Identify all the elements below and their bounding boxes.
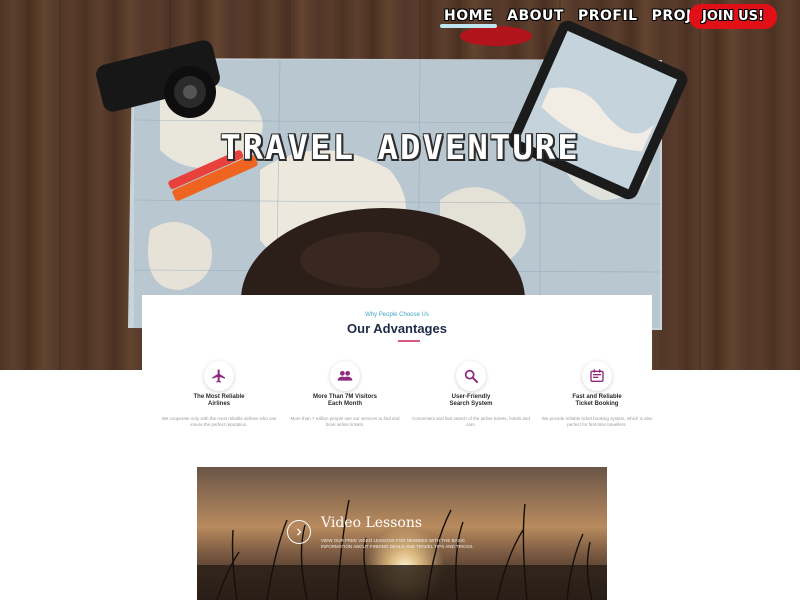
nav-home-link[interactable]: HOME (439, 8, 498, 28)
video-title: Video Lessons (321, 515, 423, 531)
advantages-section: Why People Choose Us Our Advantages The … (142, 295, 652, 445)
advantage-item-search: User-Friendly Search System Convenient a… (411, 361, 531, 428)
users-icon (330, 361, 360, 391)
airplane-icon (204, 361, 234, 391)
advantages-eyebrow: Why People Choose Us (365, 312, 429, 318)
advantage-name: The Most Reliable Airlines (193, 394, 245, 407)
page: HOME ABOUT PROFIL PROJECT JOIN US! TRAVE… (0, 0, 800, 600)
advantage-item-booking: Fast and Reliable Ticket Booking We prov… (537, 361, 657, 428)
advantage-name: User-Friendly Search System (449, 394, 493, 407)
search-icon (456, 361, 486, 391)
video-description: View our free video lessons for newbies … (321, 538, 474, 549)
nav-profil-link[interactable]: PROFIL (578, 8, 638, 24)
title-underline (398, 340, 420, 342)
advantage-item-airlines: The Most Reliable Airlines We cooperate … (159, 361, 279, 428)
nav-about-link[interactable]: ABOUT (507, 8, 564, 24)
advantage-description: More than 7 million people use our servi… (290, 416, 400, 427)
ticket-icon (582, 361, 612, 391)
advantage-description: Convenient and fast search of the airlin… (412, 416, 530, 427)
sunset-grass-image (197, 467, 607, 600)
advantage-name: Fast and Reliable Ticket Booking (572, 394, 622, 407)
advantage-item-visitors: More Than 7M Visitors Each Month More th… (285, 361, 405, 428)
play-video-button[interactable] (287, 520, 311, 544)
advantage-description: We cooperate only with the most reliable… (161, 416, 277, 427)
chevron-right-icon (296, 528, 302, 536)
red-object-image (460, 26, 532, 46)
advantages-title: Our Advantages (347, 321, 447, 336)
video-lessons-banner: Video Lessons View our free video lesson… (197, 467, 607, 600)
join-us-button[interactable]: JOIN US! (689, 4, 777, 29)
advantage-description: We provide reliable ticket booking syste… (541, 416, 653, 427)
hero-title: TRAVEL ADVENTURE (220, 128, 580, 168)
advantage-name: More Than 7M Visitors Each Month (313, 394, 377, 407)
